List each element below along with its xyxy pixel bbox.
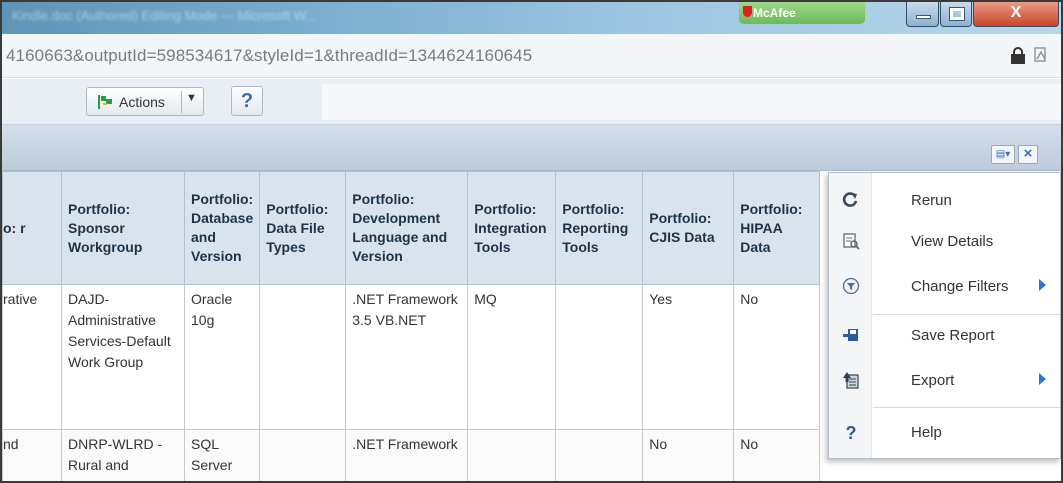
window-title: Kindle.doc (Authored) Editing Mode — Mic… bbox=[12, 8, 317, 23]
column-header[interactable]: Portfolio: CJIS Data bbox=[642, 171, 735, 285]
maximize-icon bbox=[949, 7, 965, 21]
table-header-row: o: r Portfolio: Sponsor Workgroup Portfo… bbox=[2, 171, 821, 285]
lock-icon[interactable] bbox=[1011, 47, 1025, 64]
submenu-arrow-icon bbox=[1039, 279, 1046, 291]
menu-item-save-report[interactable]: Save Report bbox=[829, 318, 1060, 354]
table-cell bbox=[555, 284, 644, 430]
menu-item-label: Change Filters bbox=[911, 278, 1009, 295]
mcafee-label: McAfee bbox=[753, 6, 796, 20]
actions-label: Actions bbox=[119, 94, 165, 110]
browser-window: Kindle.doc (Authored) Editing Mode — Mic… bbox=[0, 0, 1063, 483]
minimize-button[interactable] bbox=[906, 2, 939, 27]
menu-separator bbox=[873, 407, 1060, 408]
menu-item-label: Export bbox=[911, 372, 955, 389]
report-toolbar: Actions ▼ ? bbox=[2, 79, 1061, 125]
table-cell: .NET Framework bbox=[345, 429, 469, 481]
close-icon: X bbox=[1010, 4, 1022, 21]
column-header[interactable]: Portfolio: Data File Types bbox=[259, 171, 347, 285]
filter-icon bbox=[841, 277, 861, 297]
table-cell bbox=[467, 429, 557, 481]
table-cell: MQ bbox=[467, 284, 557, 430]
menu-separator bbox=[873, 314, 1060, 315]
table-cell bbox=[259, 284, 347, 430]
table-cell bbox=[259, 429, 347, 481]
submenu-arrow-icon bbox=[1039, 373, 1046, 385]
table-cell: SQL Server bbox=[183, 429, 261, 481]
column-header[interactable]: Portfolio: Development Language and Vers… bbox=[345, 171, 469, 285]
menu-item-rerun[interactable]: Rerun bbox=[829, 183, 1060, 219]
report-options-button[interactable]: ▤▾ bbox=[991, 145, 1015, 164]
window-title-bar: Kindle.doc (Authored) Editing Mode — Mic… bbox=[2, 2, 1061, 34]
menu-item-label: Help bbox=[911, 424, 942, 441]
report-header-band: ▤▾ × bbox=[2, 125, 1061, 171]
flag-icon bbox=[97, 94, 113, 110]
help-icon: ? bbox=[845, 423, 857, 443]
maximize-button[interactable] bbox=[940, 2, 972, 27]
table-cell: DNRP-WLRD -Rural and bbox=[61, 429, 185, 481]
table-cell: No bbox=[642, 429, 735, 481]
report-table: o: r Portfolio: Sponsor Workgroup Portfo… bbox=[2, 171, 821, 481]
address-bar[interactable]: 4160663&outputId=598534617&styleId=1&thr… bbox=[2, 34, 1061, 78]
report-close-button[interactable]: × bbox=[1018, 145, 1038, 164]
table-cell: DAJD-Administrative Services-Default Wor… bbox=[61, 284, 185, 430]
url-text[interactable]: 4160663&outputId=598534617&styleId=1&thr… bbox=[6, 46, 532, 66]
report-context-menu: Rerun View Details Change Filters Save R… bbox=[828, 172, 1061, 459]
menu-item-export[interactable]: Export bbox=[829, 363, 1060, 399]
menu-item-help[interactable]: ? Help bbox=[829, 415, 1060, 451]
view-details-icon bbox=[841, 232, 861, 252]
table-cell: Yes bbox=[642, 284, 735, 430]
table-cell: nd bbox=[2, 429, 62, 481]
menu-item-label: Rerun bbox=[911, 192, 952, 209]
table-row: rative DAJD-Administrative Services-Defa… bbox=[2, 284, 821, 430]
toolbar-empty-area bbox=[322, 84, 1061, 120]
column-header[interactable]: Portfolio: Reporting Tools bbox=[555, 171, 644, 285]
table-cell: .NET Framework 3.5 VB.NET bbox=[345, 284, 469, 430]
menu-item-label: Save Report bbox=[911, 327, 995, 344]
report-options-icon: ▤▾ bbox=[995, 149, 1011, 160]
column-header[interactable]: Portfolio: Sponsor Workgroup bbox=[61, 171, 185, 285]
column-header[interactable]: o: r bbox=[2, 171, 62, 285]
close-window-button[interactable]: X bbox=[973, 2, 1059, 27]
minimize-icon bbox=[916, 15, 931, 19]
refresh-icon bbox=[841, 191, 861, 211]
menu-item-change-filters[interactable]: Change Filters bbox=[829, 269, 1060, 305]
chevron-down-icon: ▼ bbox=[186, 92, 197, 104]
save-icon bbox=[841, 326, 861, 346]
table-row: nd DNRP-WLRD -Rural and SQL Server .NET … bbox=[2, 429, 821, 481]
compatibility-view-icon[interactable] bbox=[1032, 46, 1050, 64]
export-icon bbox=[841, 371, 861, 391]
column-header[interactable]: Portfolio: Database and Version bbox=[183, 171, 261, 285]
help-button[interactable]: ? bbox=[231, 86, 263, 116]
column-header[interactable]: Portfolio: HIPAA Data bbox=[733, 171, 821, 285]
column-header[interactable]: Portfolio: Integration Tools bbox=[467, 171, 557, 285]
actions-dropdown-button[interactable]: Actions ▼ bbox=[86, 87, 204, 116]
mcafee-badge[interactable]: McAfee bbox=[739, 2, 865, 24]
table-cell: No bbox=[733, 284, 821, 430]
menu-item-view-details[interactable]: View Details bbox=[829, 224, 1060, 260]
table-cell: rative bbox=[2, 284, 62, 430]
mcafee-shield-icon bbox=[743, 6, 752, 17]
table-cell: No bbox=[733, 429, 821, 481]
dropdown-divider bbox=[181, 91, 182, 113]
table-cell: Oracle 10g bbox=[183, 284, 261, 430]
menu-item-label: View Details bbox=[911, 233, 994, 250]
table-cell bbox=[555, 429, 644, 481]
